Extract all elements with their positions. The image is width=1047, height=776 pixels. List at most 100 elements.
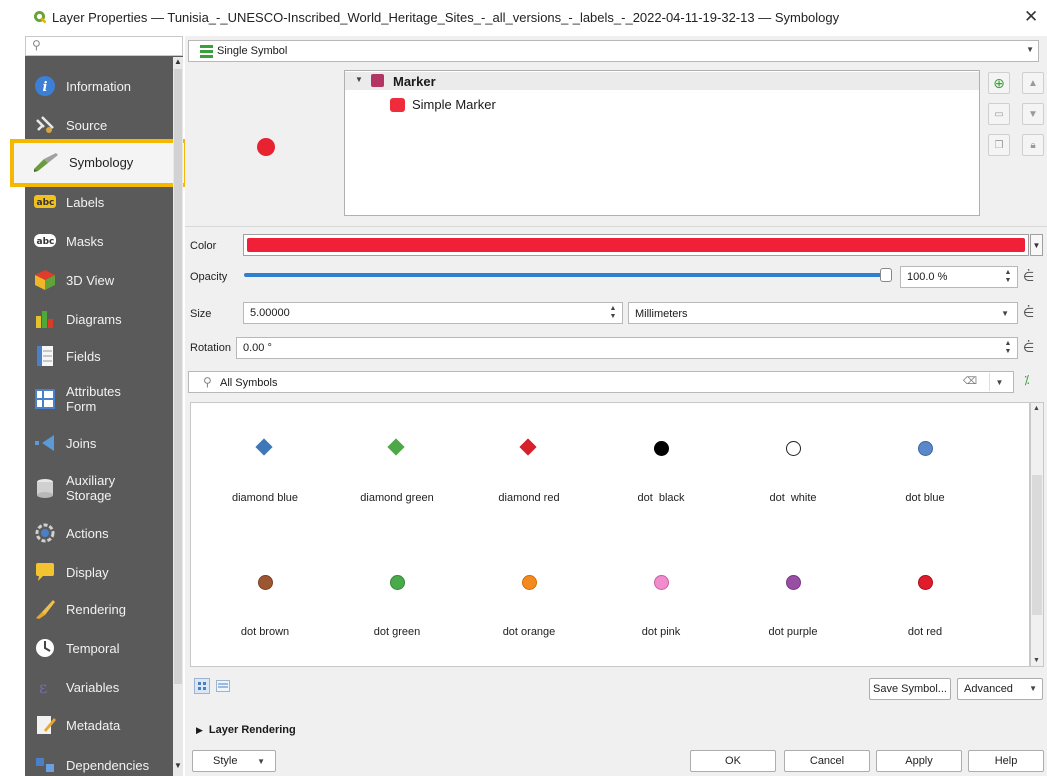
scroll-up-icon[interactable]: ▲ — [174, 57, 182, 66]
color-menu-button[interactable]: ▼ — [1030, 234, 1043, 256]
sidebar-item-attributes-form[interactable]: Attributes Form — [25, 380, 173, 418]
scroll-down-icon[interactable]: ▼ — [174, 761, 182, 770]
move-down-button[interactable]: ▼ — [1022, 103, 1044, 125]
source-icon — [34, 114, 56, 136]
style-menu-button[interactable]: Style ▼ — [192, 750, 276, 772]
rotation-spinbox[interactable]: 0.00 ° — [236, 337, 1018, 359]
symbol-cell[interactable]: dot pink — [591, 537, 731, 657]
cube-icon — [34, 269, 56, 291]
sidebar-item-rendering[interactable]: Rendering — [25, 590, 173, 628]
symbol-cell[interactable]: dot purple — [723, 537, 863, 657]
sidebar-item-label: Dependencies — [66, 757, 150, 773]
symbol-cell[interactable]: dot white — [723, 403, 863, 523]
advanced-label: Advanced — [964, 683, 1013, 695]
remove-layer-button[interactable]: ▭ — [988, 103, 1010, 125]
data-defined-override-icon[interactable]: ⋵ — [1023, 340, 1041, 358]
chevron-down-icon[interactable]: ▼ — [989, 373, 1009, 391]
sidebar-item-display[interactable]: Display — [25, 553, 173, 591]
clear-search-icon[interactable]: ⌫ — [963, 376, 977, 387]
sidebar-item-variables[interactable]: ε Variables — [25, 668, 173, 706]
sidebar-item-metadata[interactable]: Metadata — [25, 706, 173, 744]
sidebar-item-temporal[interactable]: Temporal — [25, 629, 173, 667]
symbol-name: dot green — [373, 626, 421, 638]
add-layer-button[interactable]: ⊕ — [988, 72, 1010, 94]
opacity-slider[interactable] — [244, 273, 884, 277]
chevron-down-icon: ▼ — [1026, 45, 1034, 54]
single-symbol-icon — [200, 45, 213, 61]
sidebar-search-input[interactable]: ⚲ — [25, 36, 183, 56]
symbol-layer-tree[interactable]: ▼ Marker Simple Marker — [344, 70, 980, 216]
sidebar-item-label: 3D View — [66, 272, 115, 288]
color-button[interactable] — [243, 234, 1029, 256]
opacity-slider-handle[interactable] — [880, 268, 892, 282]
symbol-cell[interactable]: diamond green — [327, 403, 467, 523]
size-unit-select[interactable]: Millimeters ▼ — [628, 302, 1018, 324]
symbol-cell[interactable]: dot orange — [459, 537, 599, 657]
symbol-cell[interactable]: dot green — [327, 537, 467, 657]
circle-marker-icon — [918, 441, 933, 456]
size-spinbox[interactable]: 5.00000 — [243, 302, 623, 324]
data-defined-override-icon[interactable]: ⋵ — [1023, 269, 1041, 287]
lock-layer-button[interactable]: 🔒︎ — [1022, 134, 1044, 156]
cancel-button[interactable]: Cancel — [784, 750, 870, 772]
sidebar-item-labels[interactable]: abc Labels — [25, 183, 173, 221]
opacity-spin-arrows[interactable]: ▲ ▼ — [1002, 267, 1014, 287]
help-button[interactable]: Help — [968, 750, 1044, 772]
symbol-cell[interactable]: diamond red — [459, 403, 599, 523]
list-view-button[interactable] — [216, 680, 230, 692]
opacity-spinbox[interactable]: 100.0 % — [900, 266, 1018, 288]
icon-view-button[interactable] — [194, 678, 210, 694]
sidebar-item-diagrams[interactable]: Diagrams — [25, 300, 173, 338]
sidebar-item-dependencies[interactable]: Dependencies — [25, 746, 173, 776]
sidebar-item-3d-view[interactable]: 3D View — [25, 261, 173, 299]
size-spin-arrows[interactable]: ▲ ▼ — [607, 303, 619, 323]
sidebar-item-joins[interactable]: Joins — [25, 424, 173, 462]
circle-marker-icon — [654, 575, 669, 590]
sidebar-scroll-thumb[interactable] — [174, 69, 182, 684]
symbol-cell[interactable]: diamond blue — [195, 403, 335, 523]
rotation-spin-arrows[interactable]: ▲ ▼ — [1002, 338, 1014, 358]
tree-simple-marker-label[interactable]: Simple Marker — [412, 97, 496, 112]
tree-marker-label: Marker — [393, 74, 436, 89]
ok-button[interactable]: OK — [690, 750, 776, 772]
symbol-name: dot black — [637, 492, 685, 504]
symbol-library-search[interactable]: ⚲ All Symbols ⌫ ▼ — [188, 371, 1014, 393]
duplicate-icon: ❐ — [994, 139, 1004, 151]
symbol-cell[interactable]: dot black — [591, 403, 731, 523]
opacity-label: Opacity — [190, 271, 228, 283]
search-icon: ⚲ — [32, 38, 41, 52]
chevron-down-icon: ▼ — [1029, 684, 1037, 693]
data-defined-override-icon[interactable]: ⋵ — [1023, 305, 1041, 323]
renderer-type-select[interactable]: Single Symbol ▼ — [188, 40, 1039, 62]
tree-row-marker[interactable] — [345, 72, 979, 90]
size-value: 5.00000 — [250, 307, 290, 319]
sidebar-item-label: Labels — [66, 194, 105, 210]
move-up-button[interactable]: ▲ — [1022, 72, 1044, 94]
symbol-cell[interactable]: dot brown — [195, 537, 335, 657]
sidebar-item-fields[interactable]: Fields — [25, 337, 173, 375]
sidebar-scrollbar[interactable]: ▲ ▼ — [173, 57, 183, 776]
save-symbol-button[interactable]: Save Symbol... — [869, 678, 951, 700]
apply-button[interactable]: Apply — [876, 750, 962, 772]
advanced-button[interactable]: Advanced ▼ — [957, 678, 1043, 700]
scroll-down-icon[interactable]: ▼ — [1033, 657, 1040, 664]
style-manager-icon[interactable]: ⁒ — [1024, 373, 1042, 391]
section-divider — [185, 226, 1047, 227]
symbol-cell[interactable]: dot blue — [855, 403, 995, 523]
simple-marker-icon — [390, 98, 405, 112]
layer-rendering-section[interactable]: ▶ Layer Rendering — [196, 724, 296, 736]
diagrams-icon — [34, 308, 56, 330]
symbol-grid-scroll-thumb[interactable] — [1032, 475, 1042, 615]
sidebar-item-actions[interactable]: Actions — [25, 514, 173, 552]
chevron-down-icon: ▼ — [1001, 309, 1009, 318]
symbol-library-grid[interactable]: diamond blue diamond green diamond red dot … — [190, 402, 1030, 667]
collapse-arrow-icon[interactable]: ▼ — [355, 75, 363, 84]
sidebar-item-information[interactable]: i Information — [25, 67, 173, 105]
symbol-cell[interactable]: dot red — [855, 537, 995, 657]
sidebar-item-masks[interactable]: abc Masks — [25, 222, 173, 260]
sidebar-item-auxiliary-storage[interactable]: Auxiliary Storage — [25, 469, 173, 507]
scroll-up-icon[interactable]: ▲ — [1033, 405, 1040, 412]
close-icon[interactable]: ✕ — [1024, 7, 1038, 27]
duplicate-layer-button[interactable]: ❐ — [988, 134, 1010, 156]
symbol-grid-scrollbar[interactable]: ▲ ▼ — [1030, 402, 1044, 667]
